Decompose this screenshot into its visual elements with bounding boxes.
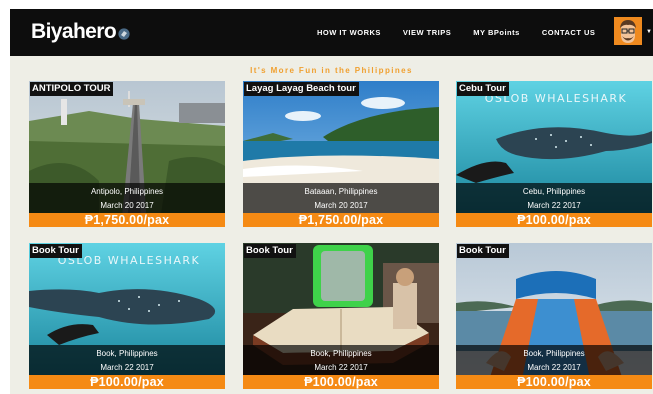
trip-tag: Layag Layag Beach tour (244, 82, 359, 96)
trip-card[interactable]: OSLOB WHALESHARK Cebu Tour Cebu, Philipp… (456, 81, 652, 227)
trip-price: ₱100.00/pax (243, 375, 439, 389)
navbar: Biyahero HOW IT WORKS VIEW TRIPS MY BPoi… (10, 9, 653, 56)
trip-tag: Book Tour (244, 244, 296, 258)
trip-card[interactable]: Book Tour Book, Philippines March 22 201… (456, 243, 652, 389)
trip-location: Book, Philippines (96, 349, 158, 358)
trip-location: Antipolo, Philippines (90, 187, 164, 196)
trip-info: Antipolo, Philippines March 20 2017 (29, 183, 225, 214)
trip-card[interactable]: ANTIPOLO TOUR Antipolo, Philippines Marc… (29, 81, 225, 227)
trip-info: Cebu, Philippines March 22 2017 (456, 183, 652, 214)
trip-date: March 22 2017 (527, 201, 581, 210)
trip-location: Book, Philippines (310, 349, 372, 358)
trip-card[interactable]: OSLOB WHALESHARK Book Tour Book, Philipp… (29, 243, 225, 389)
nav-view-trips[interactable]: VIEW TRIPS (403, 28, 451, 37)
nav-my-bpoints[interactable]: MY BPoints (473, 28, 520, 37)
trip-tag: ANTIPOLO TOUR (30, 82, 114, 96)
trip-info: Book, Philippines March 22 2017 (243, 345, 439, 376)
trip-price: ₱1,750.00/pax (29, 213, 225, 227)
trip-card[interactable]: Layag Layag Beach tour Bataaan, Philippi… (243, 81, 439, 227)
trip-price: ₱100.00/pax (29, 375, 225, 389)
nav-links: HOW IT WORKS VIEW TRIPS MY BPoints CONTA… (317, 28, 595, 37)
trip-info: Book, Philippines March 22 2017 (29, 345, 225, 376)
trip-info: Bataaan, Philippines March 20 2017 (243, 183, 439, 214)
trip-price: ₱100.00/pax (456, 213, 652, 227)
tagline: It's More Fun in the Philippines (250, 66, 413, 75)
trip-location: Cebu, Philippines (522, 187, 586, 196)
trip-date: March 20 2017 (100, 201, 154, 210)
trips-section: It's More Fun in the Philippines ANTIPOL… (10, 56, 653, 394)
globe-icon (118, 28, 130, 40)
trip-date: March 22 2017 (314, 363, 368, 372)
dropdown-caret-icon[interactable]: ▼ (646, 29, 652, 35)
avatar-face-icon (614, 17, 642, 45)
trip-price: ₱1,750.00/pax (243, 213, 439, 227)
trip-date: March 20 2017 (314, 201, 368, 210)
brand-logo[interactable]: Biyahero (31, 20, 130, 44)
trip-price: ₱100.00/pax (456, 375, 652, 389)
trip-location: Book, Philippines (523, 349, 585, 358)
user-avatar[interactable] (614, 17, 642, 45)
nav-how-it-works[interactable]: HOW IT WORKS (317, 28, 381, 37)
nav-contact-us[interactable]: CONTACT US (542, 28, 596, 37)
trip-tag: Book Tour (457, 244, 509, 258)
trip-tag: Book Tour (30, 244, 82, 258)
trip-date: March 22 2017 (527, 363, 581, 372)
trip-tag: Cebu Tour (457, 82, 509, 96)
trip-card[interactable]: Book Tour Book, Philippines March 22 201… (243, 243, 439, 389)
brand-name: Biyahero (31, 20, 117, 43)
trip-date: March 22 2017 (100, 363, 154, 372)
trip-info: Book, Philippines March 22 2017 (456, 345, 652, 376)
trip-location: Bataaan, Philippines (304, 187, 378, 196)
